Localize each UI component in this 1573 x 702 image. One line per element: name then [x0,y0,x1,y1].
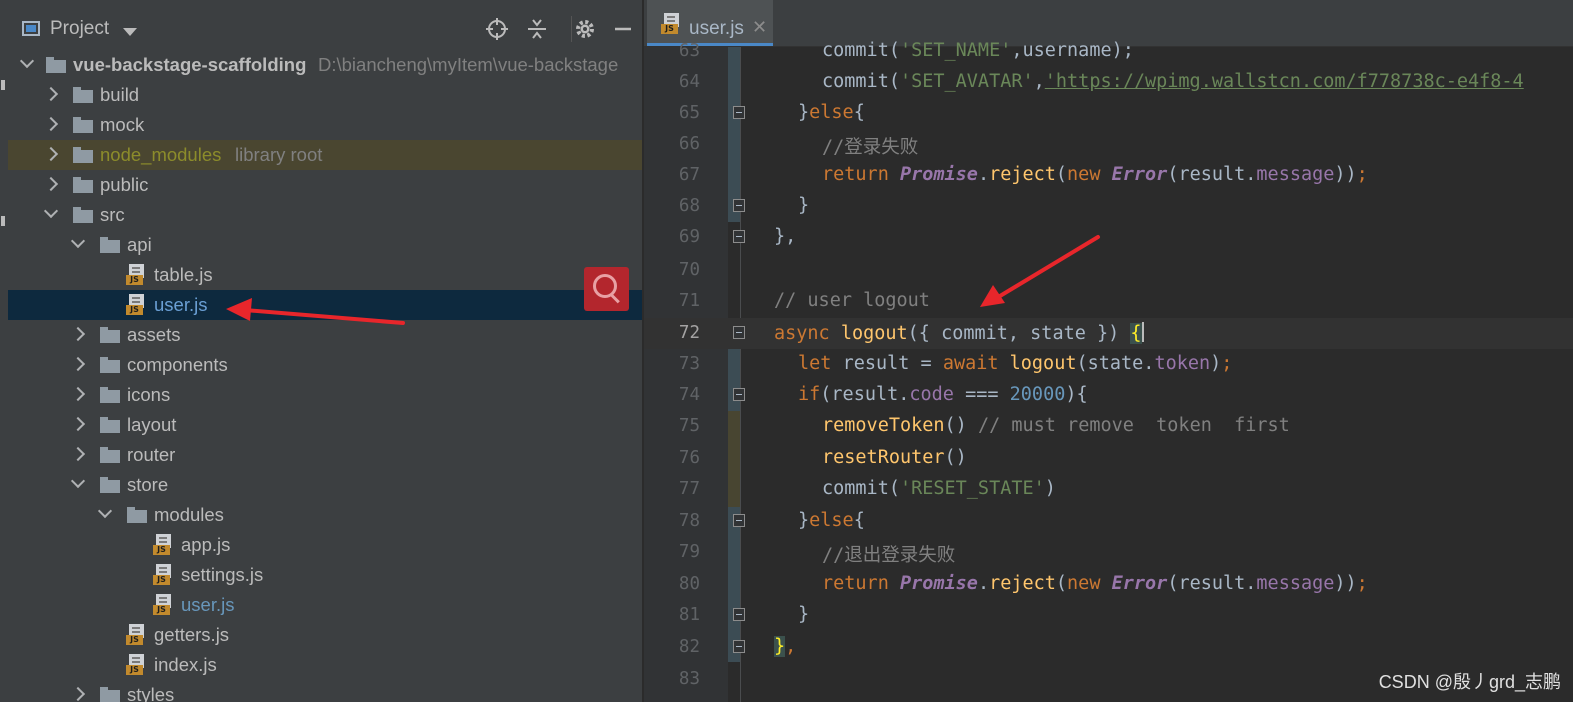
annotation-arrows [226,235,1100,325]
annotation-arrow-code [980,235,1100,307]
watermark: CSDN @殷丿grd_志鹏 [1378,672,1561,692]
annotation-arrow-tree [226,298,405,325]
